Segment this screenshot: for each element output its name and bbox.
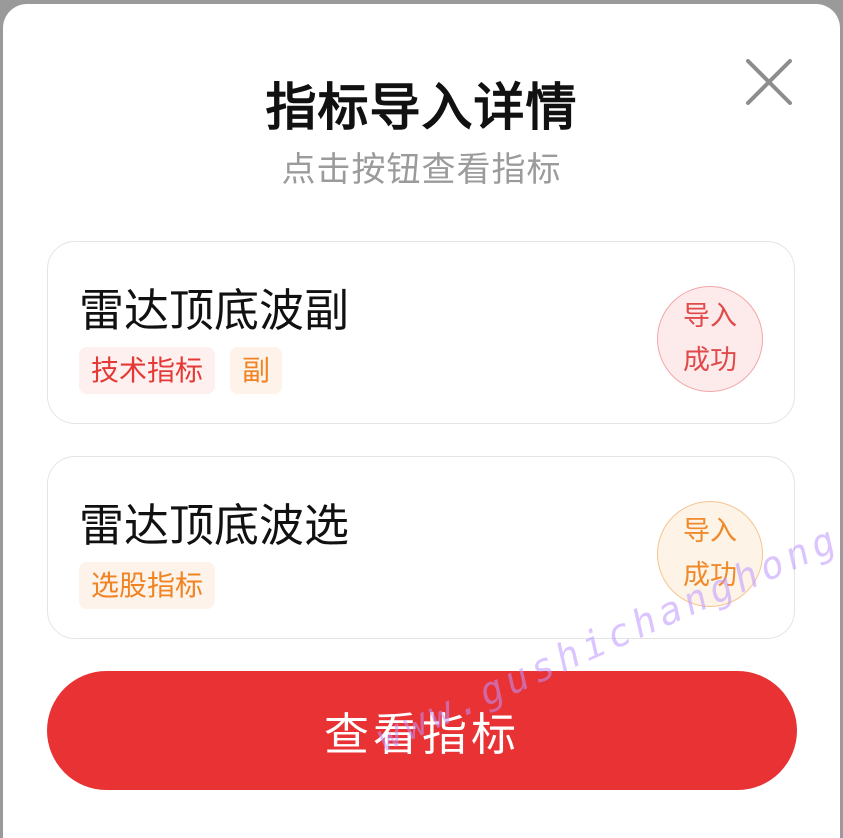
badge-line-1: 导入 — [683, 516, 737, 547]
indicator-tags: 选股指标 — [79, 562, 230, 609]
dialog-title: 指标导入详情 — [265, 79, 578, 138]
import-success-badge: 导入 成功 — [657, 286, 763, 392]
tag-technical-indicator: 技术指标 — [79, 347, 216, 394]
indicator-card: 雷达顶底波副 技术指标 副 导入 成功 — [47, 241, 795, 424]
indicator-tags: 技术指标 副 — [79, 347, 297, 394]
badge-line-1: 导入 — [683, 301, 737, 332]
import-details-dialog: 指标导入详情 点击按钮查看指标 雷达顶底波副 技术指标 副 导入 成功 雷达顶底… — [3, 4, 840, 838]
import-success-badge: 导入 成功 — [657, 501, 763, 607]
indicator-card: 雷达顶底波选 选股指标 导入 成功 — [47, 456, 795, 639]
close-icon[interactable] — [743, 56, 795, 108]
badge-line-2: 成功 — [683, 345, 737, 376]
indicator-name: 雷达顶底波副 — [79, 284, 350, 337]
dialog-subtitle: 点击按钮查看指标 — [281, 150, 562, 190]
view-indicators-button[interactable]: 查看指标 — [47, 671, 797, 790]
indicator-name: 雷达顶底波选 — [79, 499, 350, 552]
tag-sub-chart: 副 — [230, 347, 283, 394]
tag-stock-selection-indicator: 选股指标 — [79, 562, 216, 609]
badge-line-2: 成功 — [683, 560, 737, 591]
